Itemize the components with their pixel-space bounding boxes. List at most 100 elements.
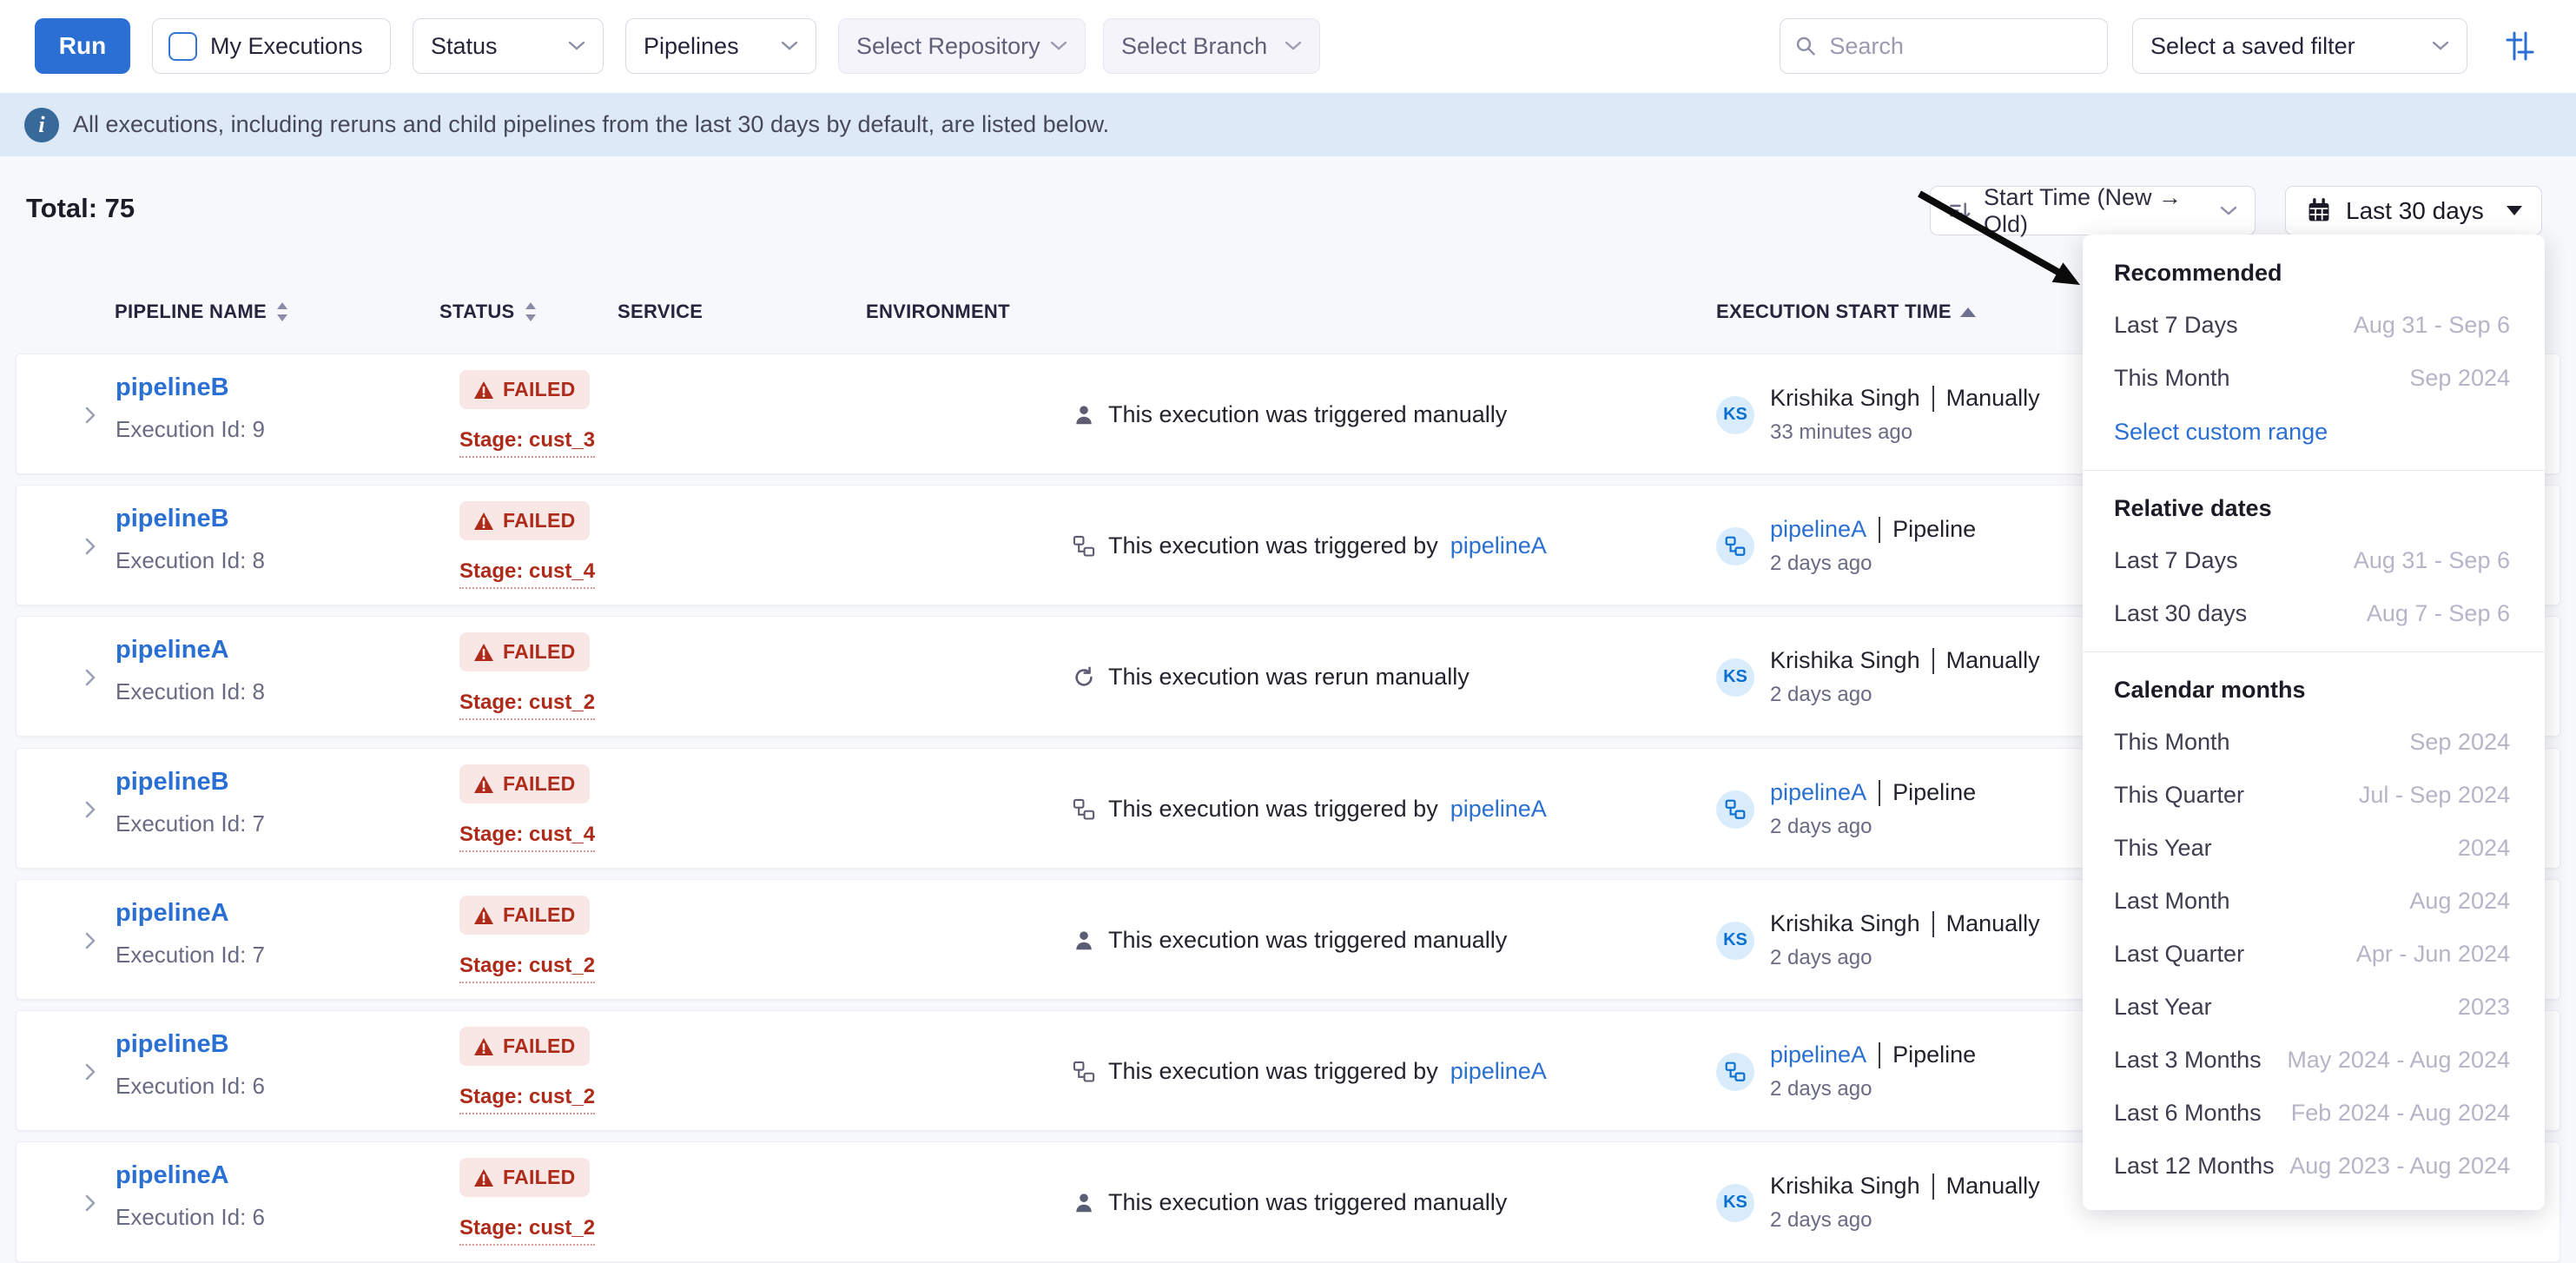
date-menu-item[interactable]: Last Month Aug 2024: [2083, 875, 2545, 928]
warning-icon: [473, 643, 494, 662]
execution-id: Execution Id: 6: [116, 1204, 265, 1231]
pipeline-name-link[interactable]: pipelineA: [116, 899, 229, 927]
row-expand-chevron[interactable]: [77, 1142, 103, 1263]
start-time-ago: 2 days ago: [1770, 683, 2040, 707]
person-icon: [1072, 403, 1096, 427]
starter-info: pipelineA Pipeline 2 days ago: [1770, 1041, 1976, 1101]
chevron-down-icon: [1285, 41, 1302, 51]
avatar: KS: [1716, 1184, 1754, 1222]
info-banner: i All executions, including reruns and c…: [0, 93, 2576, 156]
info-icon: i: [24, 108, 59, 142]
status-badge: FAILED: [459, 501, 590, 540]
person-icon: [1072, 929, 1096, 953]
pipeline-name-link[interactable]: pipelineA: [116, 636, 229, 664]
date-range-menu: Recommended Last 7 Days Aug 31 - Sep 6 T…: [2083, 235, 2545, 1210]
date-menu-item[interactable]: Last 12 Months Aug 2023 - Aug 2024: [2083, 1140, 2545, 1193]
column-header-pipeline-name[interactable]: PIPELINE NAME: [115, 287, 289, 337]
pipeline-avatar-icon: [1724, 1061, 1747, 1083]
warning-icon: [473, 380, 494, 400]
sliders-icon: [2500, 27, 2539, 65]
execution-id: Execution Id: 9: [116, 416, 265, 443]
trigger-info: This execution was triggered manually: [1072, 1142, 1519, 1263]
pipelines-dropdown[interactable]: Pipelines: [625, 18, 816, 74]
status-badge: FAILED: [459, 1158, 590, 1197]
date-menu-item[interactable]: Last 30 days Aug 7 - Sep 6: [2083, 587, 2545, 640]
start-time-ago: 2 days ago: [1770, 946, 2040, 970]
failed-stage-link[interactable]: Stage: cust_2: [459, 691, 595, 720]
column-header-environment: ENVIRONMENT: [866, 287, 1010, 337]
saved-filter-label: Select a saved filter: [2150, 33, 2355, 60]
caret-down-icon: [2507, 206, 2522, 215]
starter-name[interactable]: pipelineA: [1770, 516, 1866, 543]
date-menu-item[interactable]: Last 6 Months Feb 2024 - Aug 2024: [2083, 1087, 2545, 1140]
column-header-status[interactable]: STATUS: [439, 287, 538, 337]
sort-icon: [1948, 199, 1972, 222]
date-menu-item[interactable]: This Month Sep 2024: [2083, 352, 2545, 405]
trigger-text: This execution was rerun manually: [1108, 664, 1470, 691]
row-expand-chevron[interactable]: [77, 354, 103, 475]
execution-id: Execution Id: 7: [116, 810, 265, 837]
status-badge: FAILED: [459, 370, 590, 409]
status-badge: FAILED: [459, 764, 590, 803]
date-menu-item[interactable]: Last 7 Days Aug 31 - Sep 6: [2083, 534, 2545, 587]
run-button[interactable]: Run: [35, 18, 130, 74]
row-expand-chevron[interactable]: [77, 880, 103, 1001]
starter-info: Krishika Singh Manually 2 days ago: [1770, 910, 2040, 970]
row-expand-chevron[interactable]: [77, 1011, 103, 1132]
status-dropdown[interactable]: Status: [413, 18, 604, 74]
date-menu-item[interactable]: Last Year 2023: [2083, 981, 2545, 1034]
status-badge: FAILED: [459, 1027, 590, 1066]
failed-stage-link[interactable]: Stage: cust_2: [459, 1216, 595, 1246]
select-repository-label: Select Repository: [856, 33, 1040, 60]
date-menu-item[interactable]: Last 3 Months May 2024 - Aug 2024: [2083, 1034, 2545, 1087]
date-menu-item[interactable]: This Quarter Jul - Sep 2024: [2083, 769, 2545, 822]
pipeline-name-link[interactable]: pipelineB: [116, 768, 229, 796]
select-branch-dropdown[interactable]: Select Branch: [1103, 18, 1320, 74]
pipeline-name-link[interactable]: pipelineB: [116, 374, 229, 401]
failed-stage-link[interactable]: Stage: cust_4: [459, 823, 595, 852]
row-expand-chevron[interactable]: [77, 749, 103, 870]
select-repository-dropdown[interactable]: Select Repository: [838, 18, 1086, 74]
pipeline-name-link[interactable]: pipelineB: [116, 1030, 229, 1058]
menu-section-header: Calendar months: [2083, 664, 2545, 716]
chevron-down-icon: [1050, 41, 1067, 51]
date-menu-item[interactable]: Last 7 Days Aug 31 - Sep 6: [2083, 299, 2545, 352]
warning-icon: [473, 1168, 494, 1187]
select-custom-range-link[interactable]: Select custom range: [2083, 405, 2545, 459]
pipeline-name-link[interactable]: pipelineA: [116, 1161, 229, 1189]
trigger-pipeline-link[interactable]: pipelineA: [1450, 796, 1547, 823]
search-box[interactable]: [1780, 18, 2108, 74]
saved-filter-dropdown[interactable]: Select a saved filter: [2132, 18, 2467, 74]
failed-stage-link[interactable]: Stage: cust_4: [459, 559, 595, 589]
my-executions-filter[interactable]: My Executions: [152, 18, 391, 74]
avatar: [1716, 527, 1754, 565]
trigger-pipeline-link[interactable]: pipelineA: [1450, 1058, 1547, 1085]
column-header-execution-start-time[interactable]: EXECUTION START TIME: [1716, 287, 1976, 337]
starter-info: Krishika Singh Manually 2 days ago: [1770, 647, 2040, 707]
start-time-ago: 2 days ago: [1770, 815, 1976, 839]
pipeline-name-link[interactable]: pipelineB: [116, 505, 229, 532]
date-menu-item[interactable]: This Month Sep 2024: [2083, 716, 2545, 769]
search-input[interactable]: [1827, 32, 2093, 61]
trigger-info: This execution was rerun manually: [1072, 617, 1482, 737]
failed-stage-link[interactable]: Stage: cust_2: [459, 954, 595, 983]
warning-icon: [473, 512, 494, 531]
filter-settings-button[interactable]: [2496, 23, 2543, 69]
failed-stage-link[interactable]: Stage: cust_2: [459, 1085, 595, 1114]
separator: [1932, 1174, 1934, 1200]
date-menu-item[interactable]: Last Quarter Apr - Jun 2024: [2083, 928, 2545, 981]
sort-dropdown[interactable]: Start Time (New → Old): [1930, 186, 2256, 235]
my-executions-checkbox[interactable]: [168, 32, 197, 61]
date-menu-item[interactable]: This Year 2024: [2083, 822, 2545, 875]
starter-name: Krishika Singh: [1770, 910, 1920, 937]
chevron-down-icon: [568, 41, 585, 51]
starter-name[interactable]: pipelineA: [1770, 1041, 1866, 1068]
row-expand-chevron[interactable]: [77, 486, 103, 606]
trigger-text: This execution was triggered by: [1108, 796, 1438, 823]
row-expand-chevron[interactable]: [77, 617, 103, 737]
date-range-button[interactable]: Last 30 days: [2285, 186, 2542, 235]
starter-name[interactable]: pipelineA: [1770, 779, 1866, 806]
failed-stage-link[interactable]: Stage: cust_3: [459, 428, 595, 458]
trigger-pipeline-link[interactable]: pipelineA: [1450, 532, 1547, 559]
status-badge: FAILED: [459, 896, 590, 935]
